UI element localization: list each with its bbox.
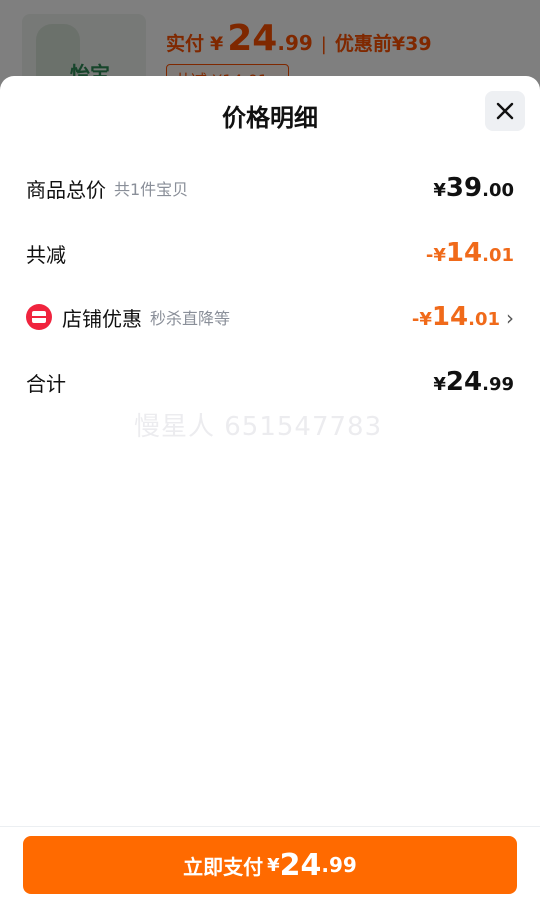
row-label: 商品总价: [26, 177, 106, 202]
pay-button-amount-int: 24: [279, 847, 322, 883]
amount-currency: -¥: [411, 309, 432, 330]
row-total-discount: 共减 -¥ 14 .01: [26, 233, 514, 273]
row-amount: -¥ 14 .01 ›: [412, 302, 514, 332]
shop-icon-glyph: [32, 311, 46, 323]
screen: 怡宝 实付 ¥ 24 .99 | 优惠前 ¥39 共减 ¥14.01 › 价格明…: [0, 0, 540, 914]
shop-icon: [26, 304, 52, 330]
pay-button-amount-dec: .99: [321, 853, 357, 877]
row-goods-total: 商品总价 共1件宝贝 ¥ 39 .00: [26, 168, 514, 208]
sheet-title: 价格明细: [222, 104, 318, 132]
row-label: 合计: [26, 371, 66, 396]
close-button[interactable]: [485, 91, 525, 131]
watermark: 慢星人 651547783: [134, 412, 383, 442]
amount-dec: .01: [468, 309, 500, 330]
amount-dec: .01: [482, 245, 514, 266]
amount-currency: ¥: [433, 180, 446, 201]
amount-dec: .99: [482, 374, 514, 395]
close-icon: [496, 102, 514, 120]
row-amount: -¥ 14 .01: [426, 238, 514, 268]
amount-currency: -¥: [425, 245, 446, 266]
pay-button-currency: ¥: [267, 854, 280, 876]
row-amount: ¥ 39 .00: [433, 173, 514, 203]
pay-button-label: 立即支付: [183, 854, 264, 879]
amount-dec: .00: [482, 180, 514, 201]
pay-now-button[interactable]: 立即支付 ¥ 24 .99: [23, 836, 517, 894]
row-label: 共减: [26, 242, 66, 267]
amount-int: 24: [445, 367, 483, 397]
chevron-right-icon: ›: [506, 306, 514, 330]
amount-currency: ¥: [433, 374, 446, 395]
amount-int: 14: [431, 302, 469, 332]
row-shop-discount[interactable]: 店铺优惠 秒杀直降等 -¥ 14 .01 ›: [26, 297, 514, 337]
price-detail-sheet: 价格明细 商品总价 共1件宝贝 ¥ 39 .00 共减 -¥ 14 .01 店铺…: [0, 76, 540, 914]
row-label: 店铺优惠: [62, 306, 142, 331]
row-grand-total: 合计 ¥ 24 .99: [26, 362, 514, 402]
row-sub-label: 秒杀直降等: [150, 309, 231, 328]
row-sub-label: 共1件宝贝: [114, 180, 189, 199]
amount-int: 14: [445, 238, 483, 268]
row-amount: ¥ 24 .99: [433, 367, 514, 397]
amount-int: 39: [445, 173, 483, 203]
footer-divider: [0, 826, 540, 827]
